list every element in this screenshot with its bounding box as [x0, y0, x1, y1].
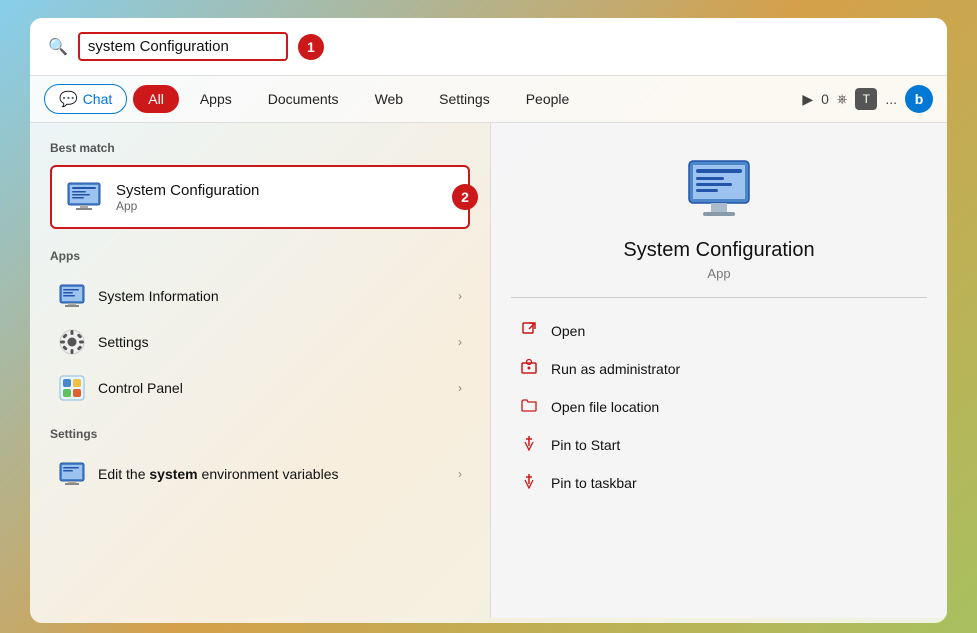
action-list: Open Run as administrator Open file loca… [511, 312, 927, 502]
tab-people-label: People [526, 91, 570, 107]
tabs-bar: 💬 Chat All Apps Documents Web Settings P… [30, 76, 947, 123]
action-pin-to-start[interactable]: Pin to Start [511, 426, 927, 464]
admin-icon [519, 359, 539, 379]
action-run-as-admin[interactable]: Run as administrator [511, 350, 927, 388]
apps-list: System Information › [50, 273, 470, 411]
list-item-settings[interactable]: Settings › [50, 319, 470, 365]
pin-start-icon [519, 435, 539, 455]
tab-apps[interactable]: Apps [185, 85, 247, 113]
action-open[interactable]: Open [511, 312, 927, 350]
sys-config-icon [64, 177, 104, 217]
pin-taskbar-icon [519, 473, 539, 493]
pin-to-start-label: Pin to Start [551, 437, 620, 453]
t-badge[interactable]: T [855, 88, 877, 110]
right-panel: System Configuration App Open Run as adm… [490, 123, 947, 618]
best-match-item[interactable]: System Configuration App 2 [50, 165, 470, 229]
tab-settings[interactable]: Settings [424, 85, 505, 113]
bing-logo[interactable]: b [905, 85, 933, 113]
best-match-label: Best match [50, 141, 470, 155]
env-var-label: Edit the system environment variables [98, 466, 446, 482]
more-button[interactable]: ... [885, 91, 897, 107]
tab-apps-label: Apps [200, 91, 232, 107]
app-preview-icon [683, 153, 755, 225]
tab-people[interactable]: People [511, 85, 585, 113]
best-match-title: System Configuration [116, 182, 259, 199]
best-match-text: System Configuration App [116, 182, 259, 213]
graph-icon[interactable]: ⎈ [837, 91, 847, 107]
system-info-icon [58, 282, 86, 310]
right-panel-subtitle: App [707, 266, 730, 281]
control-panel-icon [58, 374, 86, 402]
left-panel: Best match System Configuration [30, 123, 490, 618]
env-var-icon [58, 460, 86, 488]
tab-all-label: All [148, 91, 164, 107]
list-item-system-info[interactable]: System Information › [50, 273, 470, 319]
search-panel: 🔍 1 💬 Chat All Apps Documents Web Settin… [30, 18, 947, 623]
tab-web[interactable]: Web [360, 85, 419, 113]
settings-gear-icon [58, 328, 86, 356]
control-panel-label: Control Panel [98, 380, 446, 396]
panel-divider [511, 297, 927, 298]
right-panel-title: System Configuration [623, 239, 814, 262]
action-pin-to-taskbar[interactable]: Pin to taskbar [511, 464, 927, 502]
system-info-label: System Information [98, 288, 446, 304]
list-item-control-panel[interactable]: Control Panel › [50, 365, 470, 411]
tab-chat[interactable]: 💬 Chat [44, 84, 127, 114]
step-badge-2: 2 [452, 184, 478, 210]
main-content: Best match System Configuration [30, 123, 947, 618]
settings-section-label: Settings [50, 427, 470, 441]
search-icon: 🔍 [48, 37, 68, 57]
folder-icon [519, 397, 539, 417]
settings-arrow: › [458, 335, 462, 349]
count-display: 0 [821, 91, 829, 107]
open-icon [519, 321, 539, 341]
pin-to-taskbar-label: Pin to taskbar [551, 475, 637, 491]
env-var-arrow: › [458, 467, 462, 481]
step-badge-1: 1 [298, 34, 324, 60]
system-info-arrow: › [458, 289, 462, 303]
open-label: Open [551, 323, 585, 339]
run-as-admin-label: Run as administrator [551, 361, 680, 377]
search-bar: 🔍 1 [30, 18, 947, 76]
tab-documents[interactable]: Documents [253, 85, 354, 113]
search-input[interactable] [78, 32, 288, 61]
open-file-location-label: Open file location [551, 399, 659, 415]
control-panel-arrow: › [458, 381, 462, 395]
action-open-file-location[interactable]: Open file location [511, 388, 927, 426]
tab-all[interactable]: All [133, 85, 179, 113]
play-button[interactable]: ▶ [802, 91, 813, 108]
tab-chat-label: Chat [83, 91, 113, 107]
settings-env-item[interactable]: Edit the system environment variables › [50, 451, 470, 497]
chat-icon: 💬 [59, 90, 78, 108]
best-match-subtitle: App [116, 199, 259, 213]
tabs-extra: ▶ 0 ⎈ T ... b [802, 85, 933, 113]
settings-label: Settings [98, 334, 446, 350]
apps-section-label: Apps [50, 249, 470, 263]
tab-web-label: Web [375, 91, 404, 107]
tab-settings-label: Settings [439, 91, 490, 107]
tab-documents-label: Documents [268, 91, 339, 107]
